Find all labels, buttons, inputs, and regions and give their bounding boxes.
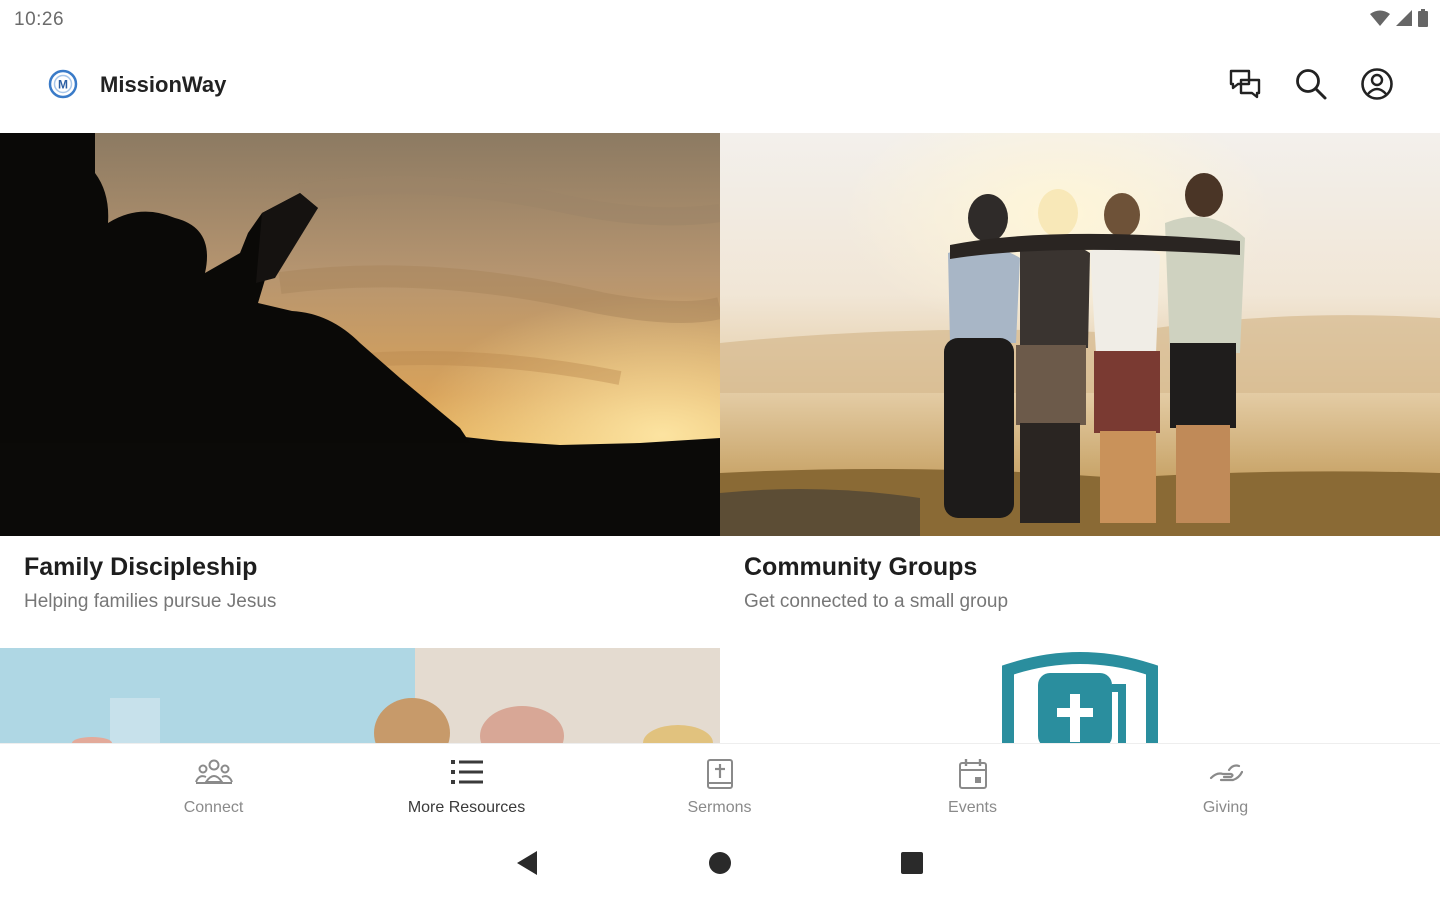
status-icons [1370,9,1428,32]
giving-hand-icon [1207,758,1245,792]
card-image-silhouette-reading [0,133,720,536]
nav-label: Sermons [687,799,752,816]
card-image-church-bible-logo [720,648,1440,743]
system-navigation-bar [0,825,1440,900]
card-family-photo[interactable] [0,648,720,743]
nav-label: More Resources [407,799,526,816]
back-icon[interactable] [515,851,539,880]
bottom-navigation: Connect More Resources Sermons Events Gi… [0,743,1440,825]
card-community-groups[interactable]: Community Groups Get connected to a smal… [720,133,1440,643]
recents-icon[interactable] [900,851,924,880]
signal-icon [1396,10,1412,31]
list-icon [448,758,486,792]
nav-item-connect[interactable]: Connect [87,744,340,826]
card-title: Community Groups [744,553,978,581]
chat-icon[interactable] [1227,66,1263,102]
search-icon[interactable] [1293,66,1329,102]
nav-label: Connect [183,799,244,816]
status-time: 10:26 [14,9,65,30]
app-title: MissionWay [100,72,227,97]
nav-item-sermons[interactable]: Sermons [593,744,846,826]
home-icon[interactable] [708,851,732,880]
nav-label: Giving [1202,799,1249,816]
card-image-family-photo [0,648,720,743]
card-family-discipleship[interactable]: Family Discipleship Helping families pur… [0,133,720,643]
bible-icon [701,758,739,792]
people-icon [194,758,233,792]
nav-item-giving[interactable]: Giving [1099,744,1352,826]
card-subtitle: Get connected to a small group [744,591,1009,612]
card-subtitle: Helping families pursue Jesus [24,591,277,612]
app-screen: 10:26 M MissionWay Family Discipleship H… [0,0,1440,900]
calendar-icon [954,758,992,792]
status-bar: 10:26 [0,0,1440,40]
account-icon[interactable] [1359,66,1395,102]
svg-text:M: M [58,78,68,92]
card-title: Family Discipleship [24,553,258,581]
nav-item-more-resources[interactable]: More Resources [340,744,593,826]
card-image-friends-hugging [720,133,1440,536]
nav-item-events[interactable]: Events [846,744,1099,826]
missionway-logo: M [48,69,78,99]
nav-label: Events [948,799,997,816]
app-bar: M MissionWay [0,40,1440,132]
battery-icon [1418,9,1428,32]
wifi-icon [1370,10,1390,31]
card-sermons-logo[interactable] [720,648,1440,743]
